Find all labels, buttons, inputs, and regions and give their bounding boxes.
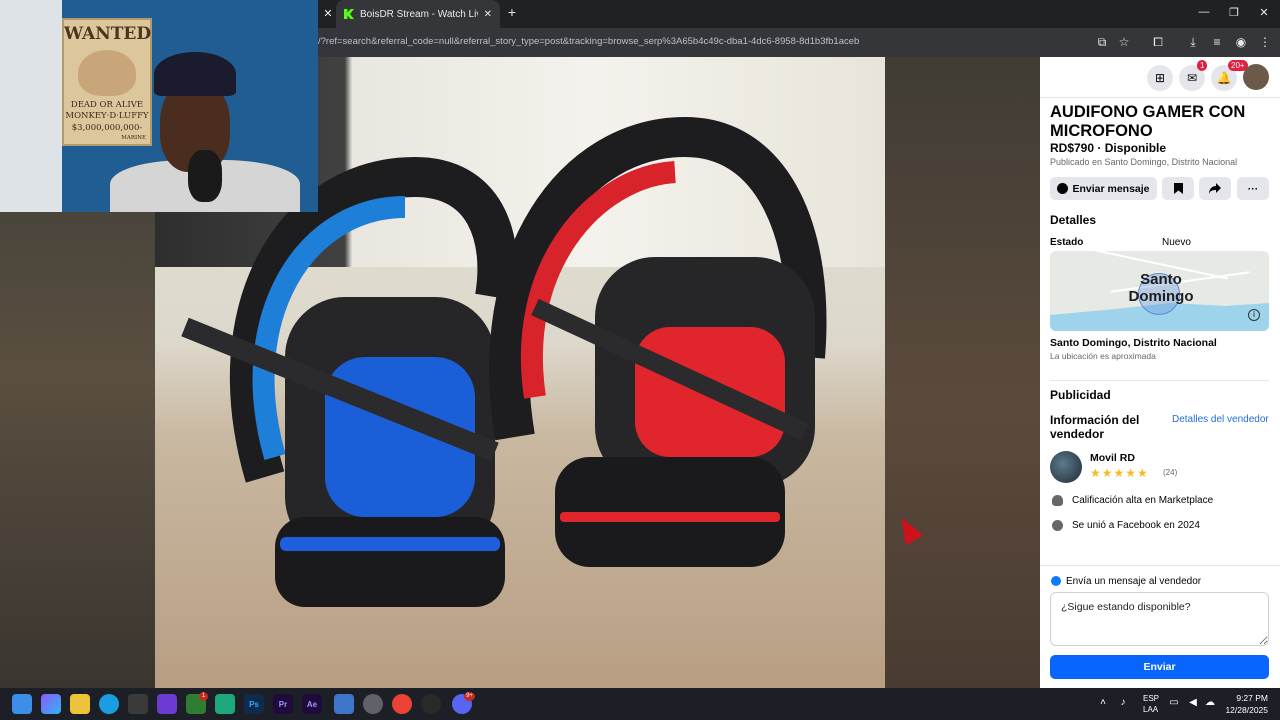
xbox-badge: 1 — [199, 692, 208, 701]
info-icon[interactable]: i — [1248, 309, 1260, 321]
share-button[interactable] — [1199, 177, 1231, 200]
map-city-label: Santo Domingo — [1128, 271, 1194, 305]
messenger-badge: 1 — [1197, 60, 1208, 71]
language-indicator[interactable]: ESP — [1143, 694, 1159, 703]
microphone — [188, 150, 222, 202]
condition-label: Estado — [1050, 237, 1084, 248]
seller-feature: Calificación alta en Marketplace — [1072, 495, 1214, 506]
poster-footer: MARINE — [121, 135, 146, 141]
profile-icon[interactable]: ◉ — [1233, 35, 1249, 49]
app-icon[interactable] — [157, 694, 177, 714]
listing-location: Publicado en Santo Domingo, Distrito Nac… — [1050, 157, 1238, 167]
file-explorer-icon[interactable] — [70, 694, 90, 714]
photoshop-icon[interactable]: Ps — [244, 694, 264, 714]
location-note: La ubicación es aproximada — [1050, 351, 1156, 361]
network-icon[interactable]: ▭ — [1167, 697, 1181, 708]
new-tab-button[interactable]: + — [504, 4, 520, 20]
url-text[interactable]: /?ref=search&referral_code=null&referral… — [318, 36, 859, 47]
settings-icon[interactable] — [363, 694, 383, 714]
seller-info-heading: Información del vendedor — [1050, 413, 1140, 441]
tab-title: BoisDR Stream - Watch Live on — [360, 8, 478, 20]
more-options-button[interactable]: ··· — [1237, 177, 1269, 200]
divider — [1040, 565, 1280, 566]
poster-line: MONKEY·D·LUFFY — [65, 111, 149, 121]
browser-menu-icon[interactable]: ⋮ — [1257, 35, 1273, 49]
download-icon[interactable]: ⤓ — [1185, 35, 1201, 50]
seller-name[interactable]: Movil RD — [1090, 452, 1135, 464]
close-previous-tab-icon[interactable]: ✕ — [320, 7, 336, 20]
ads-heading: Publicidad — [1050, 388, 1111, 402]
restore-icon[interactable]: ❐ — [1226, 6, 1242, 19]
menu-grid-icon[interactable]: ⊞ — [1147, 65, 1173, 91]
after-effects-icon[interactable]: Ae — [302, 694, 322, 714]
close-window-icon[interactable]: ✕ — [1256, 6, 1272, 19]
chatgpt-icon[interactable] — [215, 694, 235, 714]
seller-rating-count: (24) — [1163, 468, 1178, 477]
messenger-icon — [1057, 183, 1069, 194]
cloud-icon[interactable]: ☁ — [1203, 697, 1217, 708]
store-icon[interactable] — [128, 694, 148, 714]
wanted-poster: WANTED DEAD OR ALIVE MONKEY·D·LUFFY $3,0… — [62, 18, 152, 146]
send-button[interactable]: Enviar — [1050, 655, 1269, 679]
extensions-icon[interactable]: ⧠ — [1150, 35, 1166, 50]
location-name: Santo Domingo, Distrito Nacional — [1050, 337, 1217, 349]
seller-rating-stars: ★★★★★ — [1090, 466, 1149, 480]
address-bar[interactable]: /?ref=search&referral_code=null&referral… — [318, 28, 1280, 57]
webcam-overlay: WANTED DEAD OR ALIVE MONKEY·D·LUFFY $3,0… — [0, 0, 318, 212]
badge-icon — [1052, 495, 1063, 506]
message-seller-heading: Envía un mensaje al vendedor — [1066, 576, 1202, 587]
volume-icon[interactable]: ◀ — [1186, 697, 1200, 708]
seller-details-link[interactable]: Detalles del vendedor — [1172, 414, 1269, 425]
divider — [1050, 380, 1269, 381]
edge-icon[interactable] — [99, 694, 119, 714]
install-app-icon[interactable]: ⧉ — [1094, 35, 1110, 50]
discord-badge: 9+ — [464, 692, 475, 701]
microphone-icon[interactable]: ♪ — [1116, 697, 1130, 708]
marketplace-listing-panel: ⊞ ✉ 1 🔔 20+ AUDIFONO GAMER CON MICROFONO… — [1040, 57, 1280, 688]
facebook-icon — [1052, 520, 1063, 531]
close-tab-icon[interactable]: ✕ — [484, 9, 492, 20]
copilot-icon[interactable] — [41, 694, 61, 714]
send-message-label: Enviar mensaje — [1072, 182, 1150, 195]
windows-start-icon[interactable] — [12, 694, 32, 714]
divider — [1040, 97, 1280, 98]
premiere-icon[interactable]: Pr — [273, 694, 293, 714]
listing-title: AUDIFONO GAMER CON MICROFONO — [1050, 103, 1246, 140]
poster-portrait — [78, 50, 136, 96]
seller-feature: Se unió a Facebook en 2024 — [1072, 520, 1200, 531]
media-control-icon[interactable]: ≡ — [1209, 35, 1225, 49]
listing-price: RD$790 · Disponible — [1050, 141, 1167, 155]
location-map[interactable]: Santo Domingo i — [1050, 251, 1269, 331]
blurred-background-right — [885, 57, 1040, 688]
share-arrow-icon — [1209, 183, 1221, 194]
clock-time[interactable]: 9:27 PM — [1222, 693, 1268, 703]
kick-favicon-icon — [344, 9, 354, 19]
clock-date[interactable]: 12/28/2025 — [1222, 705, 1268, 715]
send-message-button[interactable]: Enviar mensaje — [1050, 177, 1157, 200]
streamer-cap — [154, 52, 236, 96]
poster-line: DEAD OR ALIVE — [70, 100, 144, 110]
minimize-icon[interactable]: — — [1196, 6, 1212, 18]
keyboard-layout-indicator[interactable]: LAA — [1143, 705, 1158, 714]
messenger-icon — [1051, 576, 1061, 586]
seller-avatar[interactable] — [1050, 451, 1082, 483]
poster-title: WANTED — [64, 24, 152, 44]
save-button[interactable] — [1162, 177, 1194, 200]
bookmark-star-icon[interactable]: ☆ — [1116, 35, 1132, 49]
message-input[interactable]: ¿Sigue estando disponible? — [1050, 592, 1269, 646]
obs-icon[interactable] — [421, 694, 441, 714]
condition-value: Nuevo — [1162, 237, 1191, 248]
photos-icon[interactable] — [334, 694, 354, 714]
poster-bounty: $3,000,000,000- — [71, 123, 143, 133]
chrome-icon[interactable] — [392, 694, 412, 714]
tab-active[interactable]: BoisDR Stream - Watch Live on ✕ — [336, 0, 500, 28]
bookmark-icon — [1173, 183, 1183, 194]
details-heading: Detalles — [1050, 213, 1097, 227]
tray-overflow-icon[interactable]: ˄ — [1096, 697, 1110, 708]
account-avatar[interactable] — [1243, 64, 1269, 90]
webcam-wall — [0, 0, 62, 212]
